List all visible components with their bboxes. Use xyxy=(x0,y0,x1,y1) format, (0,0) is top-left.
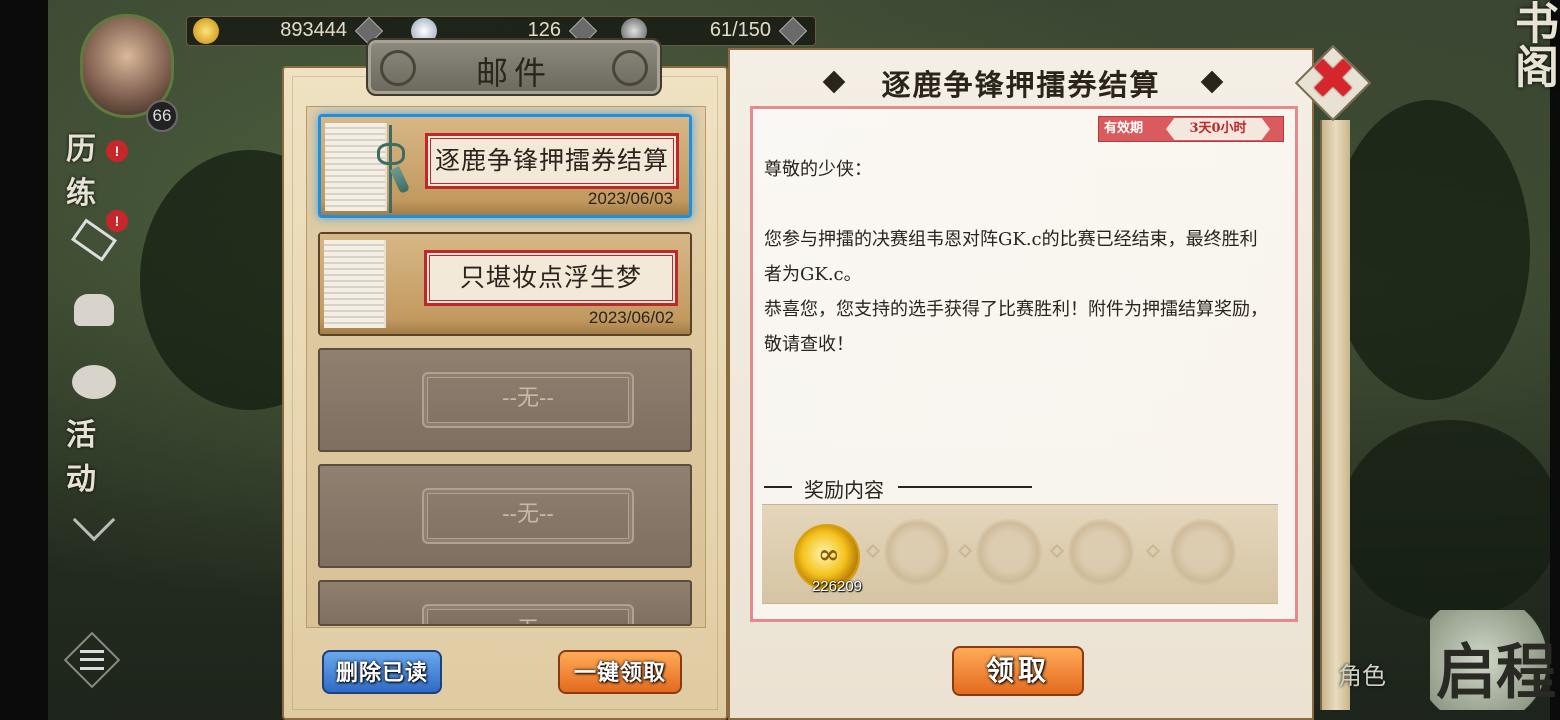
scroll-roll-decoration xyxy=(1320,120,1350,710)
mail-date: 2023/06/03 xyxy=(587,189,673,208)
knot-tassel-icon xyxy=(375,125,411,213)
empty-mail-slot: --无-- xyxy=(318,348,692,452)
reward-quantity: 226209 xyxy=(811,578,863,595)
empty-mail-slot: --无-- xyxy=(318,464,692,568)
resource-stamina-value: 61/150 xyxy=(709,19,771,41)
delete-read-button[interactable]: 删除已读 xyxy=(322,650,442,694)
role-label[interactable]: 角色 xyxy=(1338,656,1386,691)
mail-item-selected[interactable]: 逐鹿争锋押擂券结算 2023/06/03 xyxy=(318,114,692,218)
mail-title-plate: 邮件 xyxy=(366,38,662,96)
notification-badge: ! xyxy=(106,210,128,232)
claim-button[interactable]: 领取 xyxy=(952,646,1084,696)
mail-item[interactable]: 只堪妆点浮生梦 2023/06/02 xyxy=(318,232,692,336)
collapse-icon xyxy=(72,498,116,542)
event-icon: 活动 xyxy=(66,418,96,497)
mail-paper-stripes xyxy=(324,240,386,328)
mail-title: 邮件 xyxy=(475,54,552,92)
mail-subject: 只堪妆点浮生梦 xyxy=(424,250,678,306)
sidebar-collapse-button[interactable] xyxy=(66,492,122,548)
friends-icon xyxy=(74,294,114,326)
divider xyxy=(764,486,792,488)
mail-body-paragraph: 您参与押擂的决赛组韦恩对阵GK.c的比赛已经结束，最终胜利者为GK.c。 xyxy=(764,229,1258,285)
reward-heading: 奖励内容 xyxy=(804,478,884,502)
mail-body-paragraph: 恭喜您，您支持的选手获得了比赛胜利！附件为押擂结算奖励，敬请查收！ xyxy=(764,299,1268,355)
mail-subject: 逐鹿争锋押擂券结算 xyxy=(425,133,679,189)
resource-gold-value: 893444 xyxy=(280,19,347,41)
menu-icon xyxy=(80,650,104,670)
background-tree xyxy=(1340,420,1560,620)
sidebar-item-chat[interactable] xyxy=(66,354,122,410)
screen-edge-left xyxy=(0,0,48,720)
mail-detail-title: 逐鹿争锋押擂券结算 xyxy=(881,68,1161,102)
collect-all-button[interactable]: 一键领取 xyxy=(558,650,682,694)
notification-badge: ! xyxy=(106,140,128,162)
library-tab-label: 书阁 xyxy=(1507,0,1558,88)
empty-reward-slot xyxy=(976,516,1042,588)
empty-reward-slot xyxy=(1170,516,1236,588)
empty-slot-label: --无-- xyxy=(422,372,634,428)
add-stamina-button[interactable] xyxy=(778,16,808,46)
sidebar-item-events[interactable]: 活动 xyxy=(66,418,122,497)
mail-greeting: 尊敬的少侠： xyxy=(764,159,872,180)
background-tree xyxy=(1330,100,1530,400)
mail-date: 2023/06/02 xyxy=(588,308,674,327)
empty-slot-label: --无-- xyxy=(422,488,634,544)
chat-icon xyxy=(72,365,116,399)
resource-gold[interactable]: 893444 xyxy=(193,16,393,46)
start-journey-button[interactable]: 启程 xyxy=(1430,610,1560,710)
training-icon: 历练 xyxy=(66,132,96,211)
gold-coins-icon: ∞ xyxy=(818,540,840,570)
validity-label: 有效期 xyxy=(1104,121,1144,136)
close-icon[interactable]: ✖ xyxy=(1306,50,1360,110)
empty-reward-slot xyxy=(1068,516,1134,588)
empty-mail-slot: --无-- xyxy=(318,580,692,626)
sidebar-item-friends[interactable] xyxy=(66,282,122,338)
gold-coins-icon xyxy=(193,18,219,44)
validity-value: 3天0小时 xyxy=(1166,118,1270,140)
library-tab[interactable]: 书阁 xyxy=(1430,0,1560,110)
player-level: 66 xyxy=(146,100,178,132)
start-journey-label: 启程 xyxy=(1436,638,1556,708)
empty-slot-label: --无-- xyxy=(422,604,634,624)
empty-reward-slot xyxy=(884,516,950,588)
divider xyxy=(898,486,1032,488)
